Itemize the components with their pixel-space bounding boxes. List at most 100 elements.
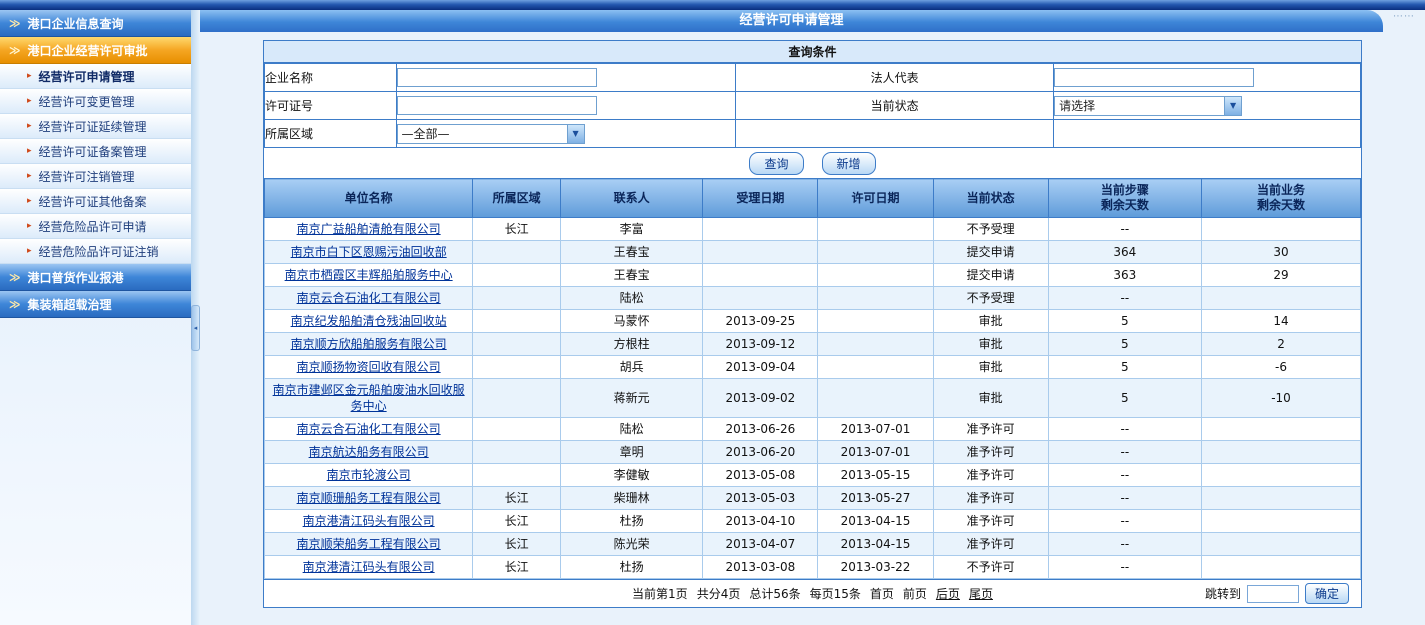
current-status-label: 当前状态	[736, 92, 1054, 120]
company-link[interactable]: 南京市建邺区金元船舶废油水回收服务中心	[273, 383, 465, 413]
column-header: 当前业务剩余天数	[1202, 179, 1361, 218]
arrow-bullet-icon: ▸	[27, 96, 32, 106]
pagination-first-link[interactable]: 首页	[870, 585, 894, 602]
table-row: 南京港清江码头有限公司长江杜扬2013-04-102013-04-15准予许可-…	[265, 510, 1361, 533]
sidebar-group-license-approval[interactable]: ≫ 港口企业经营许可审批	[0, 37, 191, 64]
query-section-title: 查询条件	[264, 41, 1361, 63]
status-select-value: 请选择	[1055, 97, 1224, 114]
add-button[interactable]: 新增	[822, 152, 876, 175]
sidebar-group-port-info-query[interactable]: ≫ 港口企业信息查询	[0, 10, 191, 37]
column-header: 单位名称	[265, 179, 473, 218]
company-link[interactable]: 南京顺扬物资回收有限公司	[297, 360, 441, 374]
arrow-bullet-icon: ▸	[27, 71, 32, 81]
arrow-bullet-icon: ▸	[27, 171, 32, 181]
main-panel: 查询条件 企业名称 法人代表 许可证号 当前状态 请	[263, 40, 1362, 608]
table-row: 南京顺方欣船舶服务有限公司方根柱2013-09-12审批52	[265, 333, 1361, 356]
company-link[interactable]: 南京港清江码头有限公司	[303, 514, 435, 528]
sidebar-submenu: ▸经营许可申请管理▸经营许可变更管理▸经营许可证延续管理▸经营许可证备案管理▸经…	[0, 64, 191, 264]
search-button[interactable]: 查询	[749, 152, 803, 175]
sidebar-subitem[interactable]: ▸ 经营许可申请管理	[0, 64, 191, 89]
main-area: 经营许可申请管理 ⋯⋯ 查询条件 企业名称 法人代表 许可证号 当前状态	[200, 10, 1425, 625]
subitem-label: 经营许可申请管理	[39, 68, 135, 85]
status-select[interactable]: 请选择 ▼	[1054, 96, 1242, 116]
sidebar: ≫ 港口企业信息查询 ≫ 港口企业经营许可审批 ▸ 经营许可申请管理 ▸经营许可变更…	[0, 10, 191, 625]
jump-page-input[interactable]	[1247, 585, 1299, 603]
double-arrow-icon: ≫	[9, 298, 21, 311]
empty-cell	[736, 120, 1054, 148]
company-name-label: 企业名称	[265, 64, 397, 92]
subitem-label: 经营许可注销管理	[39, 168, 135, 185]
company-link[interactable]: 南京顺珊船务工程有限公司	[297, 491, 441, 505]
pagination: 当前第1页 共分4页 总计56条 每页15条 首页 前页 后页 尾页 跳转到 确…	[264, 579, 1361, 607]
company-link[interactable]: 南京广益船舶清舱有限公司	[297, 222, 441, 236]
sidebar-subitem[interactable]: ▸经营危险品许可申请	[0, 214, 191, 239]
arrow-bullet-icon: ▸	[27, 196, 32, 206]
table-row: 南京广益船舶清舱有限公司长江李富不予受理--	[265, 218, 1361, 241]
legal-rep-input[interactable]	[1054, 68, 1254, 87]
top-banner	[0, 0, 1425, 10]
pagination-last-link[interactable]: 尾页	[969, 585, 993, 602]
table-row: 南京市轮渡公司李健敏2013-05-082013-05-15准予许可--	[265, 464, 1361, 487]
sidebar-subitem[interactable]: ▸经营许可证延续管理	[0, 114, 191, 139]
company-link[interactable]: 南京市白下区恩赐污油回收部	[291, 245, 447, 259]
sidebar-subitem[interactable]: ▸经营许可证备案管理	[0, 139, 191, 164]
table-row: 南京云合石油化工有限公司陆松不予受理--	[265, 287, 1361, 310]
jump-to-label: 跳转到	[1205, 585, 1241, 602]
company-link[interactable]: 南京顺荣船务工程有限公司	[297, 537, 441, 551]
table-row: 南京市栖霞区丰辉船舶服务中心王春宝提交申请36329	[265, 264, 1361, 287]
company-link[interactable]: 南京云合石油化工有限公司	[297, 422, 441, 436]
collapse-arrow-icon: ◂	[194, 324, 198, 332]
table-row: 南京顺珊船务工程有限公司长江柴珊林2013-05-032013-05-27准予许…	[265, 487, 1361, 510]
pagination-next-link[interactable]: 后页	[936, 585, 960, 602]
company-link[interactable]: 南京云合石油化工有限公司	[297, 291, 441, 305]
table-row: 南京顺荣船务工程有限公司长江陈光荣2013-04-072013-04-15准予许…	[265, 533, 1361, 556]
region-select[interactable]: —全部— ▼	[397, 124, 585, 144]
license-no-input[interactable]	[397, 96, 597, 115]
pagination-total-pages: 共分4页	[697, 585, 741, 602]
subitem-label: 经营许可证备案管理	[39, 143, 147, 160]
table-row: 南京市白下区恩赐污油回收部王春宝提交申请36430	[265, 241, 1361, 264]
results-header-row: 单位名称所属区域联系人受理日期许可日期当前状态当前步骤剩余天数当前业务剩余天数	[265, 179, 1361, 218]
double-arrow-icon: ≫	[9, 271, 21, 284]
column-header: 所属区域	[473, 179, 561, 218]
double-arrow-icon: ≫	[9, 17, 21, 30]
sidebar-subitem[interactable]: ▸经营许可变更管理	[0, 89, 191, 114]
column-header: 当前步骤剩余天数	[1048, 179, 1201, 218]
column-header: 当前状态	[933, 179, 1048, 218]
jump-confirm-button[interactable]: 确定	[1305, 583, 1349, 604]
group-label: 港口企业经营许可审批	[28, 42, 148, 59]
empty-cell	[1054, 120, 1361, 148]
sidebar-subitem[interactable]: ▸经营危险品许可证注销	[0, 239, 191, 264]
results-tbody: 南京广益船舶清舱有限公司长江李富不予受理--南京市白下区恩赐污油回收部王春宝提交…	[265, 218, 1361, 579]
table-row: 南京港清江码头有限公司长江杜扬2013-03-082013-03-22不予许可-…	[265, 556, 1361, 579]
sidebar-collapse-handle[interactable]: ◂	[191, 305, 200, 351]
group-label: 集装箱超载治理	[28, 296, 112, 313]
company-link[interactable]: 南京市栖霞区丰辉船舶服务中心	[285, 268, 453, 282]
column-header: 许可日期	[818, 179, 933, 218]
sidebar-group-container-overload[interactable]: ≫ 集装箱超载治理	[0, 291, 191, 318]
pagination-prev-link[interactable]: 前页	[903, 585, 927, 602]
table-row: 南京航达船务有限公司章明2013-06-202013-07-01准予许可--	[265, 441, 1361, 464]
pagination-total-records: 总计56条	[749, 585, 800, 602]
table-row: 南京顺扬物资回收有限公司胡兵2013-09-04审批5-6	[265, 356, 1361, 379]
column-header: 受理日期	[703, 179, 818, 218]
company-link[interactable]: 南京顺方欣船舶服务有限公司	[291, 337, 447, 351]
group-label: 港口企业信息查询	[28, 15, 124, 32]
column-header: 联系人	[560, 179, 702, 218]
subitem-label: 经营危险品许可证注销	[39, 243, 159, 260]
group-label: 港口普货作业报港	[28, 269, 124, 286]
company-link[interactable]: 南京航达船务有限公司	[309, 445, 429, 459]
sidebar-group-cargo-report[interactable]: ≫ 港口普货作业报港	[0, 264, 191, 291]
sidebar-subitem[interactable]: ▸ 经营许可注销管理	[0, 164, 191, 189]
company-link[interactable]: 南京纪发船舶清仓残油回收站	[291, 314, 447, 328]
dropdown-arrow-icon: ▼	[1224, 97, 1241, 115]
company-link[interactable]: 南京港清江码头有限公司	[303, 560, 435, 574]
sidebar-subitem[interactable]: ▸ 经营许可证其他备案	[0, 189, 191, 214]
subitem-label: 经营许可证其他备案	[39, 193, 147, 210]
company-name-input[interactable]	[397, 68, 597, 87]
results-table: 单位名称所属区域联系人受理日期许可日期当前状态当前步骤剩余天数当前业务剩余天数 …	[264, 178, 1361, 579]
license-no-label: 许可证号	[265, 92, 397, 120]
sidebar-filler	[0, 318, 191, 625]
company-link[interactable]: 南京市轮渡公司	[327, 468, 411, 482]
subitem-label: 经营许可证延续管理	[39, 118, 147, 135]
